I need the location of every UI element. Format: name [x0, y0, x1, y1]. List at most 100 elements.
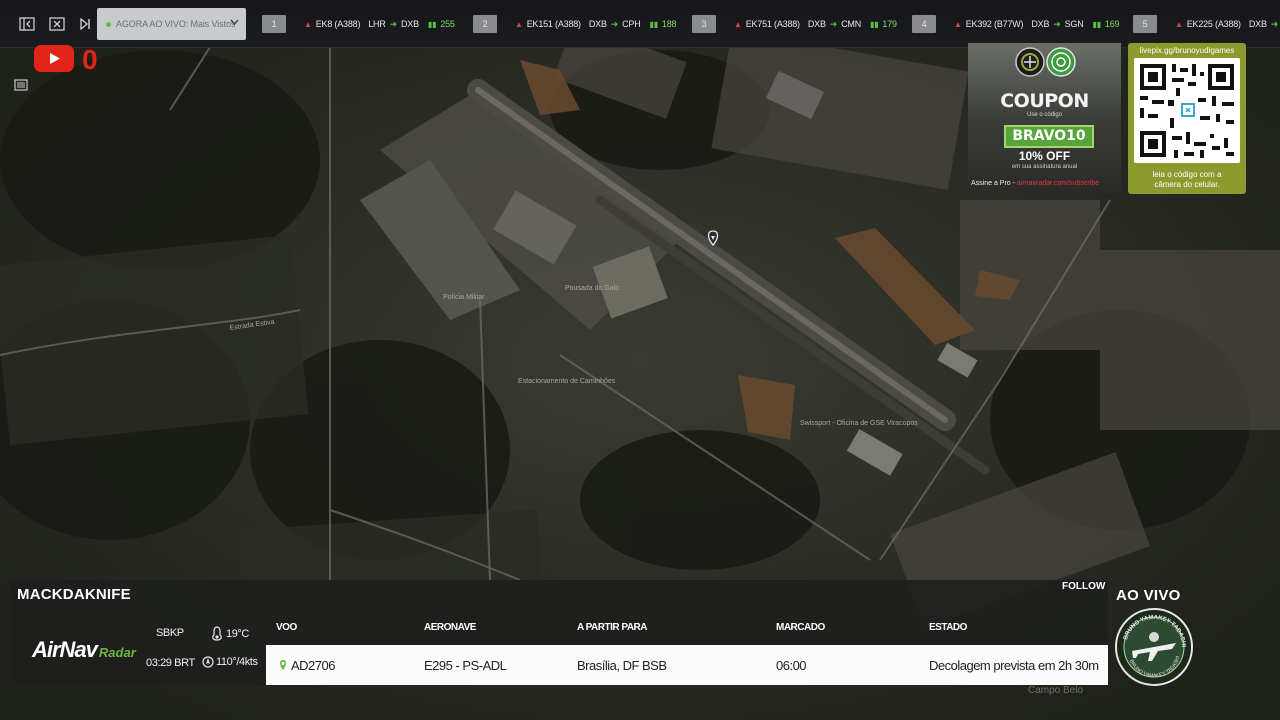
viewers-icon: ▮▮ [649, 20, 659, 29]
coupon-footer-text: Assine a Pro - [971, 180, 1017, 187]
brand-suffix: Radar [98, 645, 136, 660]
local-time: 03:29 BRT [146, 657, 195, 669]
flight-rank: 3 [692, 15, 716, 33]
flight-origin: DXB [807, 19, 826, 29]
map-label: Campo Belo [1028, 685, 1084, 696]
flight-rank: 4 [912, 15, 936, 33]
arrow-right-icon: ➜ [1053, 18, 1061, 29]
arrow-right-icon: ➜ [610, 18, 619, 29]
flight-destination: DXB [401, 19, 419, 29]
temperature: 19°C [210, 626, 249, 641]
live-feed-label: AGORA AO VIVO: Mais Vistos [116, 19, 236, 29]
viewers-icon: ▮▮ [1092, 20, 1102, 29]
ticker-flight[interactable]: 4 ▲ EK392 (B77W) DXB ➜ SGN ▮▮ 169 [912, 15, 1120, 33]
qr-donation-panel[interactable]: livepix.gg/brunoyudigames leia o código … [1128, 43, 1246, 194]
flight-id: EK8 (A388) [315, 19, 361, 29]
flight-id: EK392 (B77W) [965, 19, 1024, 29]
qr-url: livepix.gg/brunoyudigames [1139, 46, 1235, 55]
wind-compass-icon [202, 656, 214, 668]
map-label: Estacionamento de Caminhões [518, 378, 616, 385]
arrow-right-icon: ➜ [389, 18, 398, 29]
map-label: Pousada do Galo [565, 285, 619, 292]
arrow-right-icon: ➜ [1270, 18, 1279, 29]
ticker-flight[interactable]: 5 ▲ EK225 (A388) DXB ➜ SF [1133, 15, 1280, 33]
destination: Brasília, DF BSB [577, 658, 667, 673]
brand-name: AirNav [32, 637, 98, 662]
live-dot-icon [106, 21, 111, 27]
ticker-flight[interactable]: 2 ▲ EK151 (A388) DXB ➜ CPH ▮▮ 188 [473, 15, 677, 33]
flight-rank: 1 [262, 15, 286, 33]
column-header-scheduled: MARCADO [776, 622, 825, 633]
flight-origin: DXB [1248, 19, 1267, 29]
qr-code-icon [1134, 58, 1240, 163]
live-label: AO VIVO [1116, 587, 1181, 604]
airplane-icon: ▲ [1175, 19, 1183, 29]
map-label: Polícia Militar [443, 294, 485, 301]
coupon-banner[interactable]: COUPON Use o código BRAVO10 10% OFF em s… [968, 43, 1121, 193]
qr-caption-line2: câmera do celular. [1154, 180, 1220, 189]
coupon-code-label: Use o código [1026, 112, 1063, 118]
wind: 110°/4kts [202, 656, 258, 668]
flight-destination: SGN [1064, 19, 1084, 29]
flight-destination: CPH [622, 19, 641, 29]
flight-id: EK151 (A388) [526, 19, 581, 29]
live-feed-dropdown[interactable]: AGORA AO VIVO: Mais Vistos [97, 8, 246, 40]
youtube-icon[interactable] [34, 45, 74, 72]
temperature-value: 19°C [226, 627, 249, 640]
column-header-route: A PARTIR PARA [577, 622, 647, 633]
map-label: Swissport - Oficina de GSE Viracopos [800, 420, 918, 427]
viewers-icon: ▮▮ [427, 20, 437, 29]
airplane-icon: ▲ [515, 19, 523, 29]
flight-info-panel: MACKDAKNIFE FOLLOW AirNav Radar SBKP 19°C… [10, 580, 1108, 685]
flight-id: EK751 (A388) [745, 19, 800, 29]
arrow-right-icon: ➜ [829, 18, 838, 29]
flight-rank: 5 [1133, 15, 1157, 33]
qr-caption: leia o código com a câmera do celular. [1128, 170, 1246, 190]
radar-logo-icon [1046, 47, 1076, 77]
viewer-count: 169 [1104, 19, 1120, 29]
airplane-icon: ▲ [954, 19, 962, 29]
column-header-aircraft: AERONAVE [424, 622, 476, 633]
airport-code: SBKP [156, 627, 184, 639]
flight-rank: 2 [473, 15, 497, 33]
flight-status: Decolagem prevista em 2h 30m [929, 658, 1099, 673]
flight-origin: DXB [1031, 19, 1050, 29]
qr-caption-line1: leia o código com a [1152, 170, 1222, 179]
column-header-status: ESTADO [929, 622, 967, 633]
flight-origin: DXB [588, 19, 607, 29]
skip-next-icon[interactable] [76, 15, 94, 33]
chevron-down-icon [230, 19, 239, 25]
coupon-code: BRAVO10 [1004, 125, 1094, 148]
airplane-icon: ▲ [304, 19, 312, 29]
coupon-discount: 10% OFF [1018, 149, 1071, 163]
scheduled-time: 06:00 [776, 658, 807, 673]
aircraft-type: E295 - PS-ADL [424, 658, 507, 673]
fullscreen-icon[interactable] [48, 15, 66, 33]
airnav-logo-icon [1015, 47, 1045, 77]
sidebar-collapse-icon[interactable] [18, 15, 36, 33]
flight-marker-icon [280, 660, 286, 670]
ticker-flight[interactable]: 3 ▲ EK751 (A388) DXB ➜ CMN ▮▮ 179 [692, 15, 897, 33]
follow-button[interactable]: FOLLOW [1062, 581, 1105, 592]
flight-number: AD2706 [291, 658, 335, 673]
viewers-icon: ▮▮ [870, 20, 879, 29]
ticker-flight[interactable]: 1 ▲ EK8 (A388) LHR ➜ DXB ▮▮ 255 [262, 15, 455, 33]
airnav-radar-logo: AirNav Radar [32, 637, 136, 663]
wind-value: 110°/4kts [216, 656, 258, 668]
thermometer-cloud-icon [212, 626, 222, 641]
flight-origin: LHR [368, 19, 386, 29]
viewer-count: 179 [882, 19, 897, 29]
flight-row[interactable]: AD2706 E295 - PS-ADL Brasília, DF BSB 06… [266, 645, 1108, 685]
column-header-flight: VOO [276, 622, 297, 633]
flight-id: EK225 (A388) [1186, 19, 1241, 29]
coupon-title: COUPON [1000, 90, 1089, 112]
coupon-footer-link[interactable]: airnavradar.com/subscribe [1017, 180, 1099, 187]
top-ticker-bar: AGORA AO VIVO: Mais Vistos 1 ▲ EK8 (A388… [0, 0, 1280, 48]
youtube-counter: 0 [82, 44, 98, 75]
coupon-note: em sua assinatura anual [1011, 164, 1078, 170]
channel-callsign: MACKDAKNIFE [17, 586, 131, 603]
channel-badge-icon[interactable]: BRUNO YAMAKEY TADASHI BRUNO YAMAKEY TADA… [1114, 607, 1194, 687]
flight-destination: CMN [841, 19, 862, 29]
viewer-count: 188 [661, 19, 677, 29]
list-icon[interactable] [14, 79, 28, 91]
